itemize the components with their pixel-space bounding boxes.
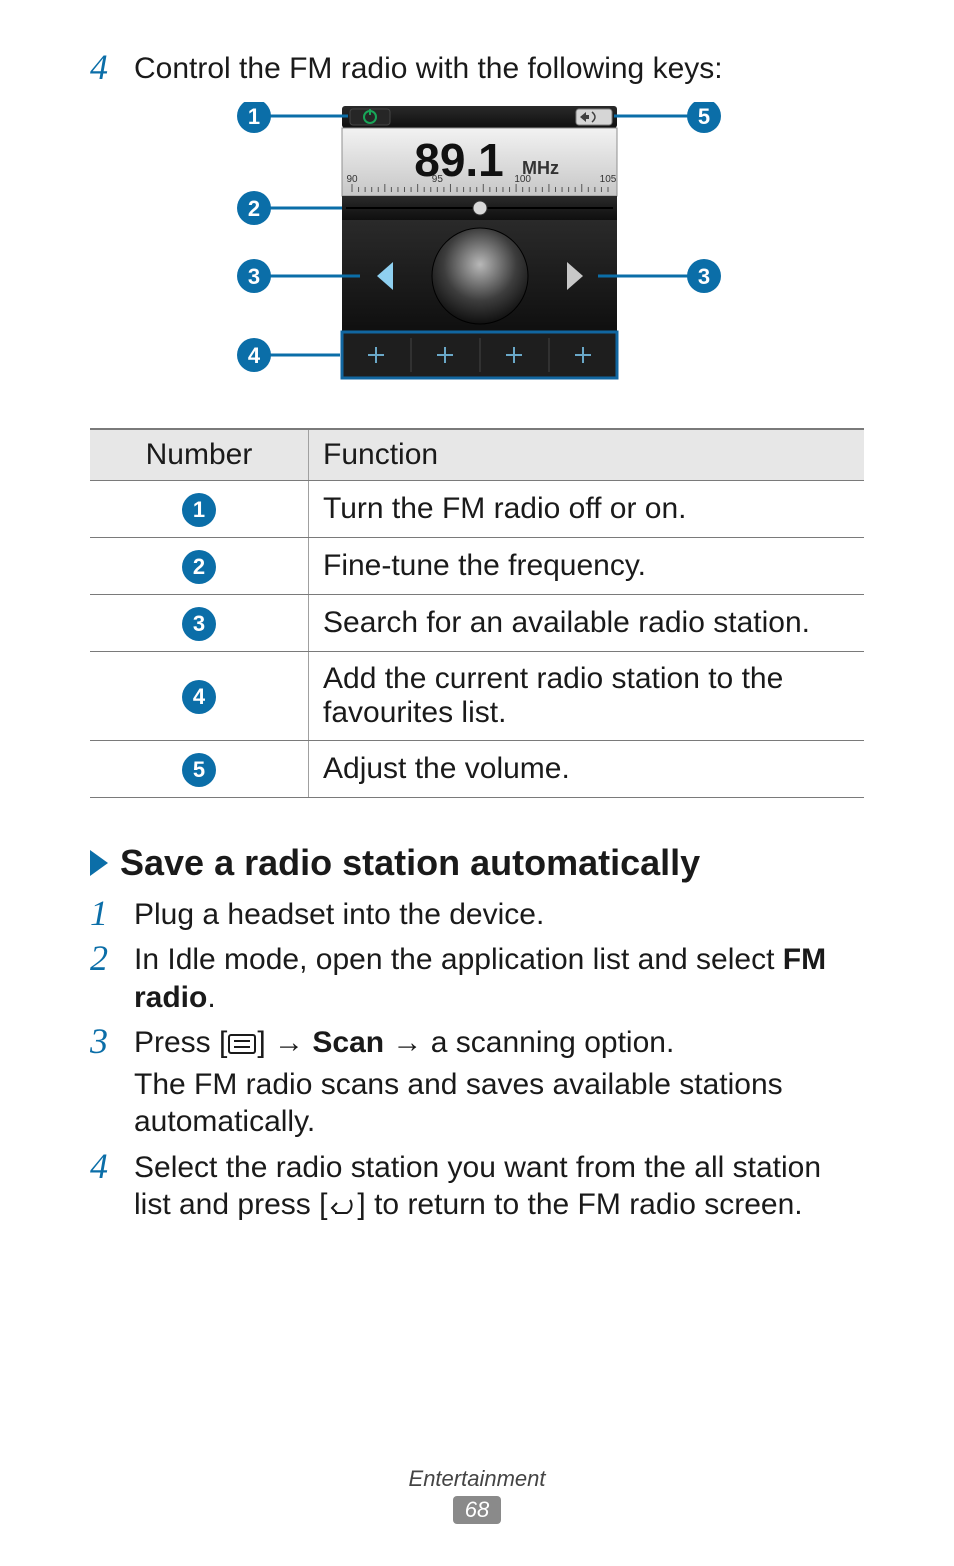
step-text: Plug a headset into the device. <box>134 894 544 934</box>
svg-text:2: 2 <box>248 196 260 221</box>
svg-text:3: 3 <box>698 264 710 289</box>
table-header-number: Number <box>90 429 309 481</box>
svg-text:100: 100 <box>514 174 531 185</box>
step-number: 2 <box>90 939 134 979</box>
table-cell-number: 1 <box>90 480 309 537</box>
table-header-function: Function <box>309 429 865 481</box>
step-2: 2In Idle mode, open the application list… <box>90 939 864 1016</box>
table-row: 1 Turn the FM radio off or on. <box>90 480 864 537</box>
step-text: Control the FM radio with the following … <box>134 48 723 88</box>
step-number: 1 <box>90 894 134 934</box>
callout-badge-2: 2 <box>182 550 216 584</box>
chevron-right-icon <box>90 850 108 876</box>
step-4-intro: 4 Control the FM radio with the followin… <box>90 48 864 88</box>
manual-page: 4 Control the FM radio with the followin… <box>0 0 954 1566</box>
footer-category: Entertainment <box>0 1466 954 1492</box>
svg-text:90: 90 <box>346 174 358 185</box>
step-4: 4Select the radio station you want from … <box>90 1147 864 1224</box>
table-row: 3 Search for an available radio station. <box>90 594 864 651</box>
step-3: 3Press [] → Scan → a scanning option.The… <box>90 1022 864 1141</box>
callout-badge-1: 1 <box>182 493 216 527</box>
svg-text:1: 1 <box>248 104 260 129</box>
table-cell-number: 4 <box>90 651 309 740</box>
section-heading: Save a radio station automatically <box>90 842 864 884</box>
step-number: 3 <box>90 1022 134 1062</box>
table-cell-function: Turn the FM radio off or on. <box>309 480 865 537</box>
callout-badge-3: 3 <box>182 607 216 641</box>
step-number: 4 <box>90 48 134 88</box>
table-cell-function: Adjust the volume. <box>309 740 865 797</box>
page-number-badge: 68 <box>453 1496 501 1524</box>
table-row: 5 Adjust the volume. <box>90 740 864 797</box>
step-text: Select the radio station you want from t… <box>134 1147 864 1224</box>
svg-text:5: 5 <box>698 104 710 129</box>
callout-badge-5: 5 <box>182 753 216 787</box>
callout-badge-4: 4 <box>182 680 216 714</box>
table-cell-function: Fine-tune the frequency. <box>309 537 865 594</box>
table-cell-number: 2 <box>90 537 309 594</box>
step-extra-text: The FM radio scans and saves available s… <box>134 1066 864 1141</box>
svg-text:4: 4 <box>248 343 261 368</box>
page-footer: Entertainment 68 <box>0 1466 954 1524</box>
function-table: Number Function 1 Turn the FM radio off o… <box>90 428 864 798</box>
table-cell-function: Search for an available radio station. <box>309 594 865 651</box>
step-text: Press [] → Scan → a scanning option.The … <box>134 1022 864 1141</box>
table-cell-number: 5 <box>90 740 309 797</box>
fm-radio-figure: 89.1 MHz 9095100105 <box>222 102 732 412</box>
fm-radio-diagram: 89.1 MHz 9095100105 <box>222 102 732 412</box>
svg-text:105: 105 <box>600 174 617 185</box>
menu-icon <box>227 1026 257 1059</box>
step-1: 1Plug a headset into the device. <box>90 894 864 934</box>
step-text: In Idle mode, open the application list … <box>134 939 864 1016</box>
section-title: Save a radio station automatically <box>120 842 700 884</box>
step-number: 4 <box>90 1147 134 1187</box>
table-row: 4 Add the current radio station to the fa… <box>90 651 864 740</box>
svg-text:3: 3 <box>248 264 260 289</box>
table-cell-function: Add the current radio station to the fav… <box>309 651 865 740</box>
frequency-value: 89.1 <box>414 134 504 186</box>
table-cell-number: 3 <box>90 594 309 651</box>
back-icon <box>327 1188 357 1221</box>
svg-text:95: 95 <box>432 174 444 185</box>
table-row: 2 Fine-tune the frequency. <box>90 537 864 594</box>
